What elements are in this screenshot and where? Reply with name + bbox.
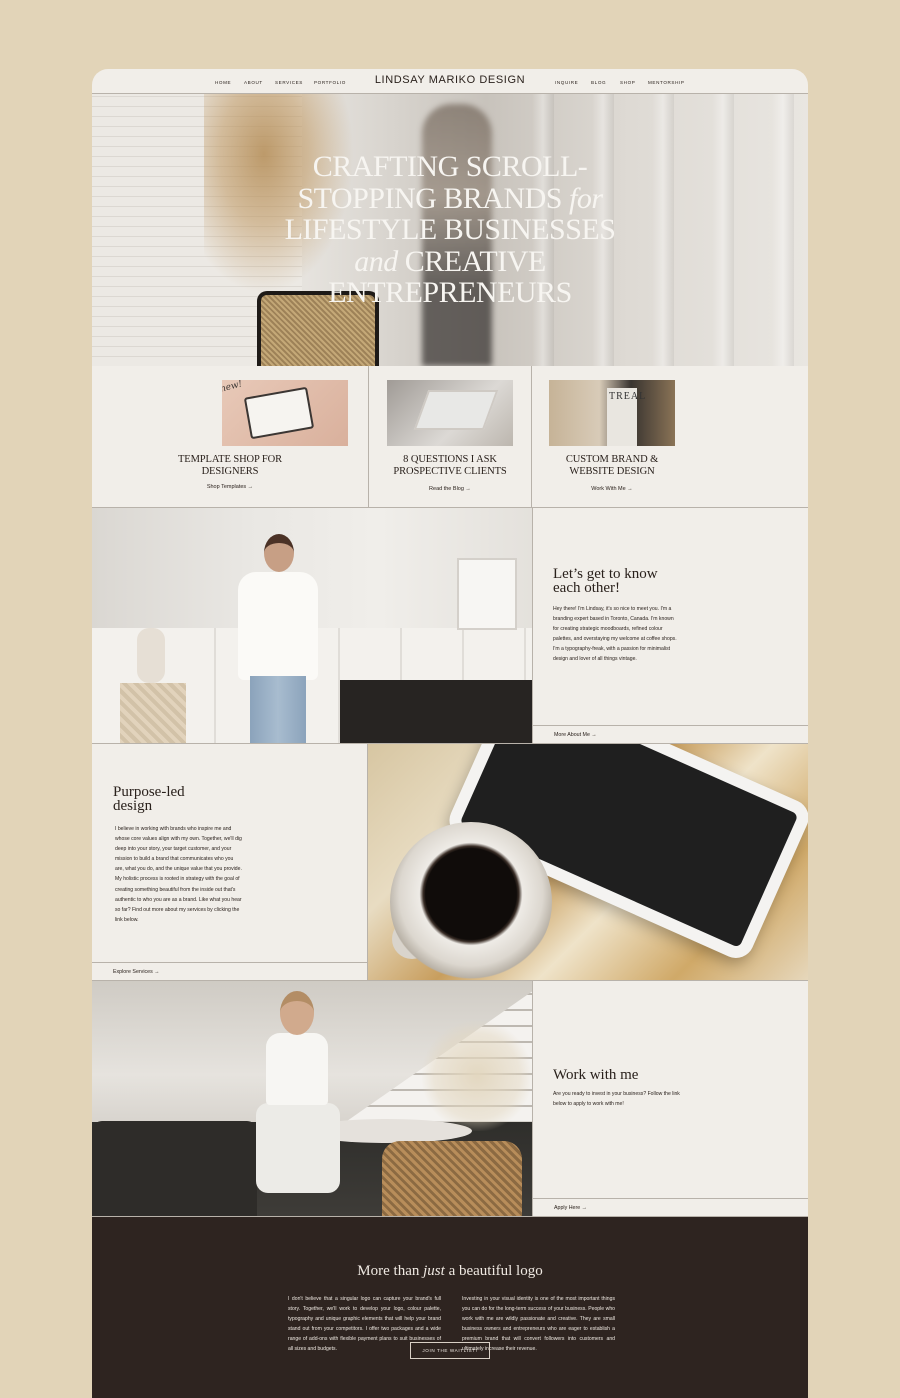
top-nav: HOME ABOUT SERVICES PORTFOLIO LINDSAY MA… [92, 69, 808, 94]
nav-shop[interactable]: SHOP [620, 80, 635, 85]
card-title: TEMPLATE SHOP FOR DESIGNERS [177, 454, 283, 477]
card-questions[interactable]: 8 QUESTIONS I ASK PROSPECTIVE CLIENTS Rea… [369, 366, 532, 508]
work-heading: Work with me [553, 1067, 639, 1083]
read-blog-link[interactable]: Read the Blog → [369, 486, 531, 492]
feature-cards: new! TEMPLATE SHOP FOR DESIGNERS Shop Tem… [92, 366, 808, 508]
more-heading: More than just a beautiful logo [357, 1263, 543, 1279]
hero-banner: CRAFTING SCROLL- STOPPING BRANDS for LIF… [92, 94, 808, 366]
about-section: Let’s get to know each other! Hey there! … [92, 508, 808, 744]
work-photo [92, 981, 532, 1216]
lindsay-at-laptop [252, 991, 342, 1216]
hero-headline: CRAFTING SCROLL- STOPPING BRANDS for LIF… [284, 150, 616, 309]
card-template-shop[interactable]: new! TEMPLATE SHOP FOR DESIGNERS Shop Tem… [92, 366, 369, 508]
purpose-heading: Purpose-led design [113, 784, 185, 814]
magazine-thumbnail: TREAL [549, 380, 675, 446]
work-section: Work with me Are you ready to invest in … [92, 981, 808, 1217]
laptop-keyboard [413, 390, 499, 430]
lindsay-portrait [232, 534, 318, 743]
dried-flowers [422, 1021, 532, 1131]
framed-art [457, 558, 517, 630]
brand-logo[interactable]: LINDSAY MARIKO DESIGN [92, 74, 808, 86]
card-title: 8 QUESTIONS I ASK PROSPECTIVE CLIENTS [393, 454, 507, 477]
purpose-text-panel: Purpose-led design I believe in working w… [92, 744, 368, 980]
about-photo [92, 508, 532, 743]
coffee-cup [390, 822, 552, 980]
tablet-mockup [243, 386, 315, 440]
purpose-body: I believe in working with brands who ins… [115, 826, 242, 923]
template-shop-thumbnail: new! [222, 380, 348, 446]
laptop-thumbnail [387, 380, 513, 446]
join-waitlist-button[interactable]: JOIN THE WAITLIST! [410, 1342, 490, 1359]
explore-services-link[interactable]: Explore Services → [92, 962, 367, 980]
nav-mentorship[interactable]: MENTORSHIP [648, 80, 685, 85]
work-body: Are you ready to invest in your business… [553, 1091, 680, 1108]
nav-blog[interactable]: BLOG [591, 80, 606, 85]
sofa [92, 1121, 257, 1216]
about-heading: Let’s get to know each other! [553, 566, 658, 596]
work-text-panel: Work with me Are you ready to invest in … [532, 981, 808, 1216]
about-text-panel: Let’s get to know each other! Hey there! … [532, 508, 808, 743]
coffee-ipad-photo [368, 744, 808, 980]
new-badge: new! [222, 380, 244, 395]
side-stool [120, 683, 186, 743]
vase-with-branches [137, 628, 165, 683]
apply-here-link[interactable]: Apply Here → [533, 1198, 808, 1216]
work-with-me-link[interactable]: Work With Me → [532, 486, 692, 492]
fireplace [340, 680, 532, 743]
cane-chair [382, 1141, 522, 1216]
website-frame: HOME ABOUT SERVICES PORTFOLIO LINDSAY MA… [92, 69, 808, 1398]
card-title: CUSTOM BRAND & WEBSITE DESIGN [565, 454, 659, 477]
purpose-section: Purpose-led design I believe in working w… [92, 744, 808, 981]
card-custom-brand[interactable]: TREAL CUSTOM BRAND & WEBSITE DESIGN Work … [532, 366, 808, 508]
magazine-cover: TREAL [607, 388, 645, 446]
nav-inquire[interactable]: INQUIRE [555, 80, 578, 85]
about-body: Hey there! I'm Lindsay, it's so nice to … [553, 606, 677, 663]
more-than-logo-section: More than just a beautiful logo I don't … [92, 1217, 808, 1398]
more-about-me-link[interactable]: More About Me → [533, 725, 808, 743]
shop-templates-link[interactable]: Shop Templates → [92, 484, 368, 490]
